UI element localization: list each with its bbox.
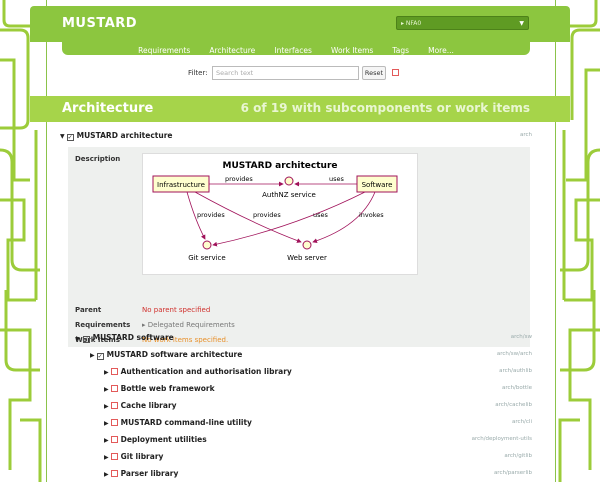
nav-work-items[interactable]: Work Items [331,42,373,59]
collapsed-triangle-icon[interactable]: ▶ [104,403,109,410]
collapsed-triangle-icon[interactable]: ▶ [104,386,109,393]
search-input[interactable]: Search text [212,66,359,80]
node-git-circle [202,240,212,250]
filter-label: Filter: [188,69,208,77]
filter-bar: Filter: Search text Reset [0,66,600,82]
tree-item-label[interactable]: Deployment utilities [121,435,207,444]
tree-row[interactable]: ▶ Bottle web framework arch/bottle [46,381,554,396]
item-details: Description MUSTARD architecture Infrast… [68,147,530,347]
parent-value: No parent specified [142,306,211,314]
item-path[interactable]: arch/cli [512,419,532,425]
brand-logo[interactable]: MUSTARD [62,16,137,31]
nav-requirements[interactable]: Requirements [138,42,190,59]
collapsed-triangle-icon[interactable]: ▶ [76,335,81,342]
tree-row[interactable]: ▶ Git library arch/gitlib [46,449,554,464]
node-authnz-circle [284,176,294,186]
requirements-label: Requirements [75,321,131,329]
tree-row[interactable]: ▶ MUSTARD command-line utility arch/cli [46,415,554,430]
reset-button[interactable]: Reset [362,66,386,80]
empty-checkbox-icon [110,368,118,375]
tree-item-label[interactable]: Authentication and authorisation library [121,367,292,376]
node-web: Web server [287,254,327,262]
item-path[interactable]: arch/cachelib [495,402,532,408]
tree-item-label[interactable]: Git library [121,452,164,461]
top-bar: MUSTARD ▸ NFA0 ▼ [30,6,570,42]
item-path[interactable]: arch/sw/arch [497,351,532,357]
tree-item-label[interactable]: Parser library [121,469,179,478]
section-header: Architecture 6 of 19 with subcomponents … [30,96,570,122]
checkbox-icon: ✓ [66,134,74,141]
collapsed-triangle-icon[interactable]: ▶ [104,471,109,478]
node-software: Software [362,181,393,189]
architecture-diagram: MUSTARD architecture Infrastructure Auth… [142,153,418,275]
node-infrastructure: Infrastructure [157,181,205,189]
tree-row[interactable]: ▶ Authentication and authorisation librar… [46,364,554,379]
project-select[interactable]: ▸ NFA0 ▼ [396,16,529,30]
tree-item-label[interactable]: Bottle web framework [121,384,215,393]
item-path[interactable]: arch/parserlib [494,470,532,476]
item-path[interactable]: arch/gitlib [504,453,532,459]
collapsed-triangle-icon[interactable]: ▶ [104,420,109,427]
nav-interfaces[interactable]: Interfaces [274,42,312,59]
edge-label-invokes: invokes [359,211,384,219]
checkbox-icon: ✓ [82,336,90,343]
empty-checkbox-icon [110,402,118,409]
requirements-value[interactable]: ▸ Delegated Requirements [142,321,235,329]
node-git: Git service [188,254,225,262]
tree-item-label[interactable]: Cache library [121,401,177,410]
node-web-circle [302,240,312,250]
tree-row-root[interactable]: ▼ ✓ MUSTARD architecture arch [46,128,554,143]
node-authnz: AuthNZ service [262,191,316,199]
nav-architecture[interactable]: Architecture [209,42,255,59]
tree-row[interactable]: ▶ ✓ MUSTARD software arch/sw [46,330,554,345]
expanded-triangle-icon[interactable]: ▼ [60,133,65,140]
requirements-link[interactable]: Delegated Requirements [148,321,235,329]
empty-checkbox-icon [110,385,118,392]
edge-label-provides: provides [197,211,225,219]
filter-toggle-icon[interactable] [392,69,399,76]
edge-label-uses: uses [313,211,329,219]
tree-item-label[interactable]: MUSTARD software [93,333,174,342]
tree-item-label[interactable]: MUSTARD command-line utility [121,418,252,427]
edge-label-uses: uses [329,175,345,183]
tree-row[interactable]: ▶ Deployment utilities arch/deployment-ut… [46,432,554,447]
edge-label-provides: provides [253,211,281,219]
section-count: 6 of 19 with subcomponents or work items [240,101,530,115]
item-path[interactable]: arch/bottle [502,385,532,391]
page-title: Architecture [62,101,154,116]
edge-label-provides: provides [225,175,253,183]
empty-checkbox-icon [110,470,118,477]
empty-checkbox-icon [110,419,118,426]
main-nav: Requirements Architecture Interfaces Wor… [62,38,530,55]
collapsed-triangle-icon[interactable]: ▶ [104,437,109,444]
tree-row[interactable]: ▶ Parser library arch/parserlib [46,466,554,481]
parent-label: Parent [75,306,102,314]
item-path[interactable]: arch/authlib [499,368,532,374]
collapsed-triangle-icon[interactable]: ▶ [90,352,95,359]
empty-checkbox-icon [110,453,118,460]
item-path[interactable]: arch/deployment-utils [472,436,532,442]
tree-row[interactable]: ▶ Cache library arch/cachelib [46,398,554,413]
item-path[interactable]: arch [520,132,532,138]
description-label: Description [75,155,121,163]
nav-tags[interactable]: Tags [392,42,409,59]
collapsed-triangle-icon[interactable]: ▶ [104,369,109,376]
nav-more[interactable]: More... [428,42,454,59]
tree-item-label[interactable]: MUSTARD architecture [77,131,173,140]
diagram-title: MUSTARD architecture [222,161,337,171]
chevron-down-icon: ▼ [519,20,524,27]
architecture-tree: ▼ ✓ MUSTARD architecture arch Description … [46,122,554,482]
tree-row[interactable]: ▶ ✓ MUSTARD software architecture arch/sw/… [46,347,554,362]
empty-checkbox-icon [110,436,118,443]
checkbox-icon: ✓ [96,353,104,360]
collapsed-triangle-icon[interactable]: ▶ [104,454,109,461]
tree-item-label[interactable]: MUSTARD software architecture [107,350,243,359]
item-path[interactable]: arch/sw [511,334,532,340]
project-select-value: NFA0 [405,20,422,27]
